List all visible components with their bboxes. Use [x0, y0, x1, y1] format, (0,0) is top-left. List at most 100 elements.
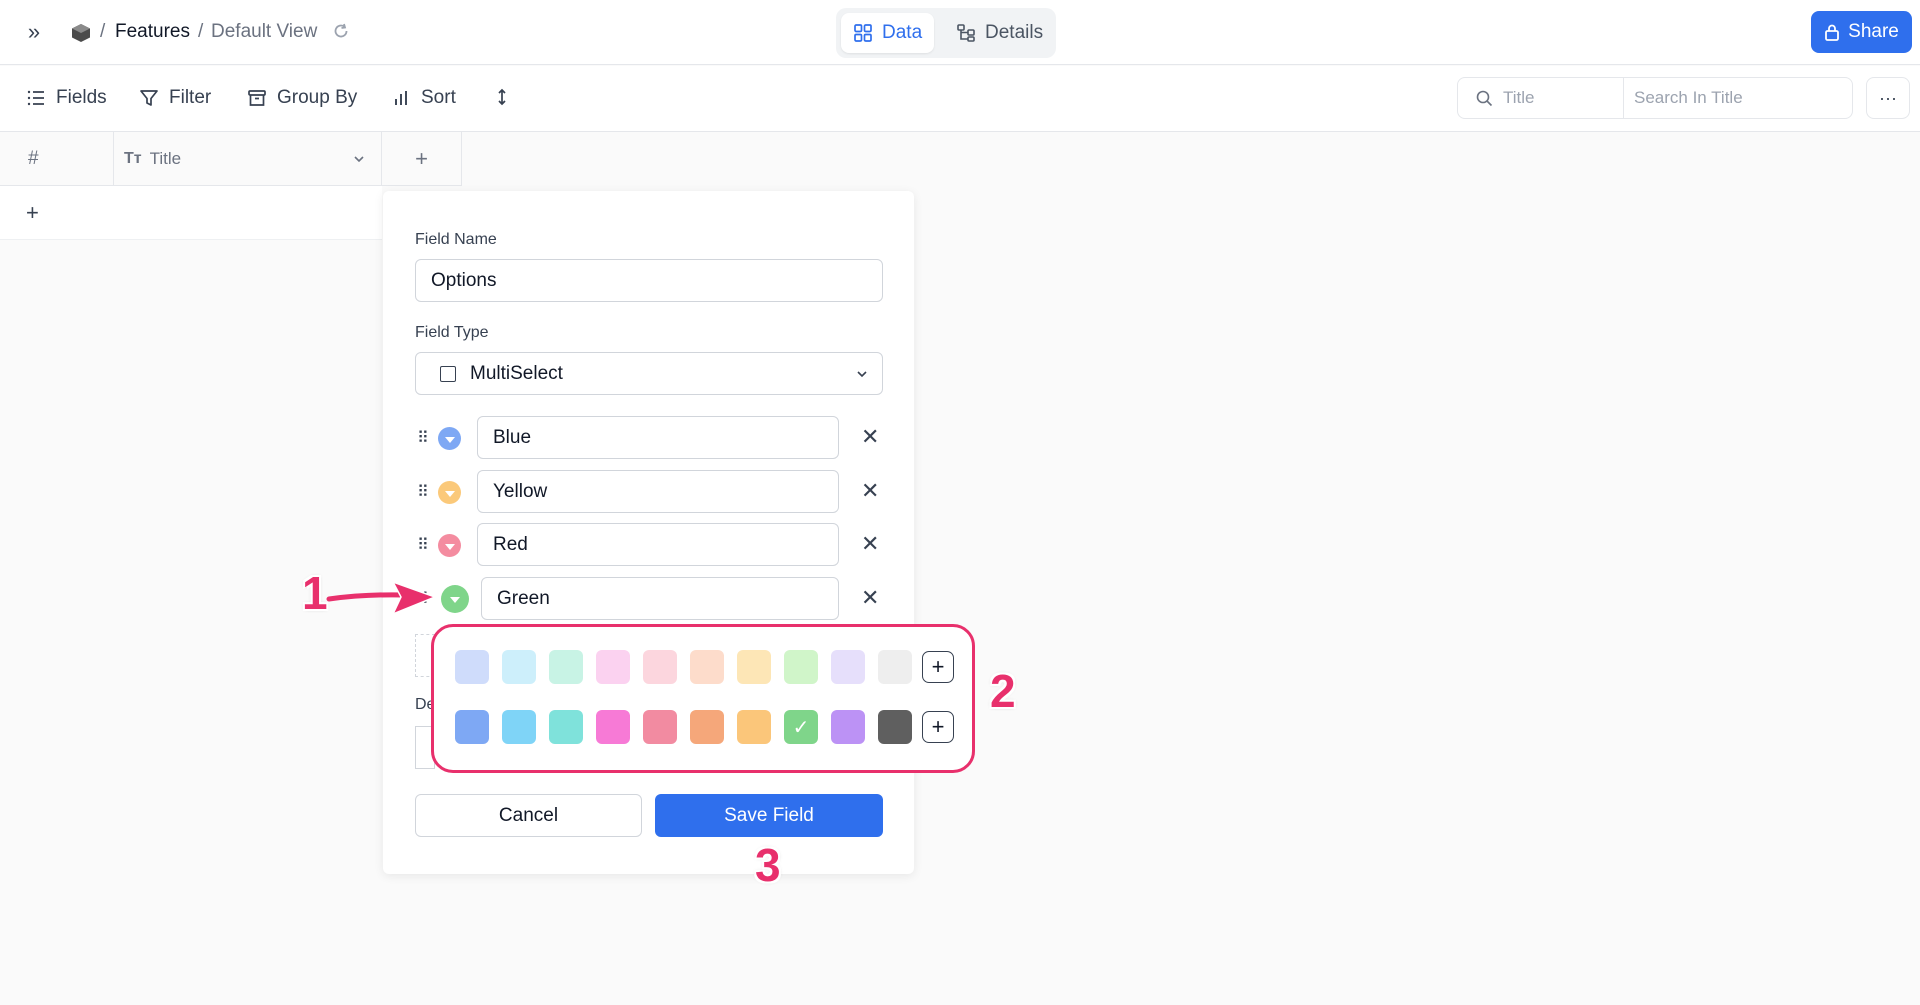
chevron-down-icon[interactable]	[353, 154, 365, 164]
light-color-swatch[interactable]	[596, 650, 630, 684]
sort-label: Sort	[421, 87, 456, 108]
option-color-button[interactable]	[438, 427, 461, 450]
cancel-button[interactable]: Cancel	[415, 794, 642, 837]
remove-option-icon[interactable]: ✕	[861, 585, 879, 611]
dark-color-swatch[interactable]: ✓	[784, 710, 818, 744]
drag-handle-icon[interactable]: ⠿	[417, 482, 429, 502]
option-color-button[interactable]	[441, 585, 469, 613]
dark-color-swatch[interactable]	[549, 710, 583, 744]
option-value: Green	[497, 587, 550, 609]
filter-label: Filter	[169, 87, 212, 108]
option-color-button[interactable]	[438, 481, 461, 504]
sort-icon	[395, 91, 407, 105]
remove-option-icon[interactable]: ✕	[861, 478, 879, 504]
search-input[interactable]	[1624, 78, 1852, 118]
fields-label: Fields	[56, 87, 107, 108]
option-input[interactable]: Blue	[477, 416, 839, 459]
details-icon	[957, 24, 975, 42]
group-by-label: Group By	[277, 87, 358, 108]
field-type-value: MultiSelect	[470, 362, 563, 384]
app-window: » / Features / Default View Data Details…	[0, 0, 1920, 1005]
group-icon	[248, 90, 266, 106]
tab-data[interactable]: Data	[841, 13, 935, 53]
check-icon: ✓	[792, 716, 810, 739]
fields-button[interactable]: Fields	[26, 87, 107, 109]
dark-color-swatch[interactable]	[831, 710, 865, 744]
light-color-swatch[interactable]	[878, 650, 912, 684]
top-bar: » / Features / Default View Data Details…	[0, 0, 1920, 65]
row-height-button[interactable]	[492, 87, 512, 107]
dark-color-swatch[interactable]	[502, 710, 536, 744]
light-color-swatch[interactable]	[831, 650, 865, 684]
option-row: ⠿ Yellow ✕	[415, 470, 895, 514]
breadcrumb-view[interactable]: Default View	[211, 21, 317, 43]
light-color-swatch[interactable]	[455, 650, 489, 684]
share-button[interactable]: Share	[1811, 11, 1912, 53]
text-type-icon: Tт	[124, 149, 142, 167]
view-toolbar: Fields Filter Group By Sort Title Search…	[0, 66, 1920, 132]
light-color-swatch[interactable]	[549, 650, 583, 684]
sort-button[interactable]: Sort	[391, 87, 456, 109]
field-type-label: Field Type	[415, 324, 489, 341]
breadcrumb-table[interactable]: Features	[115, 21, 190, 43]
option-input[interactable]: Yellow	[477, 470, 839, 513]
field-name-input[interactable]: Options	[415, 259, 883, 302]
color-picker-popover: + + ✓	[431, 624, 975, 773]
option-value: Blue	[493, 426, 532, 448]
annotation-step-2: 2	[990, 665, 1016, 717]
option-value: Red	[493, 533, 528, 555]
tab-details[interactable]: Details	[944, 13, 1055, 53]
dark-color-swatch[interactable]	[737, 710, 771, 744]
dark-color-swatch[interactable]	[643, 710, 677, 744]
field-type-select[interactable]: MultiSelect	[415, 352, 883, 395]
breadcrumb-separator: /	[198, 21, 204, 42]
drag-handle-icon[interactable]: ⠿	[417, 535, 429, 555]
annotation-step-1: 1	[302, 567, 328, 619]
light-color-swatch[interactable]	[502, 650, 536, 684]
lock-icon	[1825, 24, 1840, 41]
light-color-swatch[interactable]	[643, 650, 677, 684]
field-name-label: Field Name	[415, 231, 497, 248]
group-by-button[interactable]: Group By	[247, 87, 357, 109]
remove-option-icon[interactable]: ✕	[861, 424, 879, 450]
search-field-label: Title	[1503, 88, 1535, 107]
chevron-down-icon	[857, 371, 867, 378]
grid-icon	[854, 24, 872, 42]
search-field-selector[interactable]: Title	[1458, 78, 1624, 118]
option-row: ⠿ Green ✕	[415, 577, 895, 621]
dark-color-swatch[interactable]	[596, 710, 630, 744]
dark-color-swatch[interactable]	[455, 710, 489, 744]
more-options-button[interactable]: ···	[1866, 77, 1910, 119]
search-box: Title	[1457, 77, 1853, 119]
row-height-icon	[498, 88, 506, 106]
list-icon	[27, 90, 44, 106]
save-field-button[interactable]: Save Field	[655, 794, 883, 837]
remove-option-icon[interactable]: ✕	[861, 531, 879, 557]
option-color-button[interactable]	[438, 534, 461, 557]
add-row-button[interactable]: +	[0, 186, 382, 240]
expand-sidebar-icon[interactable]: »	[22, 19, 46, 44]
option-row: ⠿ Red ✕	[415, 523, 895, 567]
column-header-title[interactable]: Tт Title	[114, 132, 382, 186]
base-icon	[72, 24, 90, 42]
dark-color-swatch[interactable]	[690, 710, 724, 744]
breadcrumb-separator: /	[100, 21, 106, 42]
annotation-arrow	[326, 580, 438, 616]
option-input[interactable]: Red	[477, 523, 839, 566]
light-color-swatch[interactable]	[690, 650, 724, 684]
share-label: Share	[1848, 21, 1899, 42]
filter-button[interactable]: Filter	[139, 87, 211, 109]
add-column-button[interactable]: +	[382, 132, 462, 186]
annotation-step-3: 3	[755, 839, 781, 891]
add-dark-color-button[interactable]: +	[922, 711, 954, 743]
search-icon	[1476, 90, 1493, 106]
light-color-swatch[interactable]	[737, 650, 771, 684]
drag-handle-icon[interactable]: ⠿	[417, 428, 429, 448]
filter-icon	[140, 90, 158, 106]
dark-color-swatch[interactable]	[878, 710, 912, 744]
field-name-value: Options	[431, 269, 497, 291]
option-input[interactable]: Green	[481, 577, 839, 620]
reload-icon[interactable]	[332, 22, 350, 40]
light-color-swatch[interactable]	[784, 650, 818, 684]
add-light-color-button[interactable]: +	[922, 651, 954, 683]
